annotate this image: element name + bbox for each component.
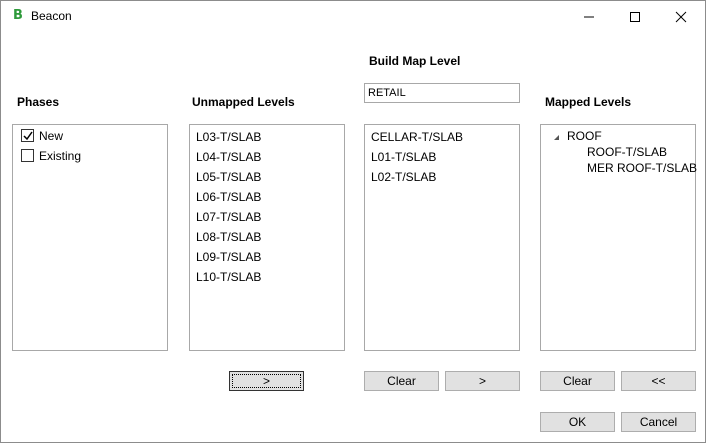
maximize-button[interactable] bbox=[612, 1, 658, 32]
build-map-level-label: Build Map Level bbox=[369, 54, 461, 68]
tree-child-item[interactable]: MER ROOF-T/SLAB bbox=[587, 161, 697, 175]
phases-list[interactable]: New Existing bbox=[12, 124, 168, 351]
cancel-button[interactable]: Cancel bbox=[621, 412, 696, 432]
move-back-button[interactable]: << bbox=[621, 371, 696, 391]
phase-new-checkbox[interactable] bbox=[21, 129, 34, 142]
list-item[interactable]: L05-T/SLAB bbox=[196, 170, 261, 184]
list-item[interactable]: L07-T/SLAB bbox=[196, 210, 261, 224]
map-level-name-input[interactable] bbox=[364, 83, 520, 103]
ok-button[interactable]: OK bbox=[540, 412, 615, 432]
mapped-levels-tree[interactable]: ROOF ROOF-T/SLAB MER ROOF-T/SLAB bbox=[540, 124, 697, 351]
beacon-window: B Beacon Phases Unmapped Levels Build Ma… bbox=[0, 0, 706, 443]
tree-node-roof[interactable]: ROOF bbox=[567, 129, 602, 143]
title-bar: B Beacon bbox=[1, 1, 705, 32]
list-item[interactable]: L02-T/SLAB bbox=[371, 170, 436, 184]
unmapped-levels-list[interactable]: L03-T/SLAB L04-T/SLAB L05-T/SLAB L06-T/S… bbox=[189, 124, 345, 351]
minimize-button[interactable] bbox=[566, 1, 612, 32]
phase-new-label[interactable]: New bbox=[39, 129, 63, 143]
list-item[interactable]: L10-T/SLAB bbox=[196, 270, 261, 284]
list-item[interactable]: L09-T/SLAB bbox=[196, 250, 261, 264]
build-map-level-list[interactable]: CELLAR-T/SLAB L01-T/SLAB L02-T/SLAB bbox=[364, 124, 520, 351]
app-logo-icon: B bbox=[13, 8, 23, 23]
move-to-mapped-button[interactable]: > bbox=[445, 371, 520, 391]
list-item[interactable]: L06-T/SLAB bbox=[196, 190, 261, 204]
move-to-build-button[interactable]: > bbox=[229, 371, 304, 391]
mapped-levels-label: Mapped Levels bbox=[545, 95, 632, 109]
phase-existing-checkbox[interactable] bbox=[21, 149, 34, 162]
tree-child-item[interactable]: ROOF-T/SLAB bbox=[587, 145, 667, 159]
close-button[interactable] bbox=[658, 1, 704, 32]
unmapped-levels-label: Unmapped Levels bbox=[192, 95, 295, 109]
list-item[interactable]: L01-T/SLAB bbox=[371, 150, 436, 164]
expand-arrow-icon[interactable] bbox=[553, 134, 560, 141]
list-item[interactable]: L08-T/SLAB bbox=[196, 230, 261, 244]
checkmark-icon bbox=[23, 131, 33, 141]
list-item[interactable]: CELLAR-T/SLAB bbox=[371, 130, 463, 144]
phase-existing-label[interactable]: Existing bbox=[39, 149, 81, 163]
list-item[interactable]: L04-T/SLAB bbox=[196, 150, 261, 164]
minimize-icon bbox=[584, 16, 594, 18]
list-item[interactable]: L03-T/SLAB bbox=[196, 130, 261, 144]
close-icon bbox=[675, 11, 687, 23]
phases-label: Phases bbox=[17, 95, 60, 109]
window-title: Beacon bbox=[31, 9, 72, 23]
maximize-icon bbox=[630, 12, 640, 22]
build-clear-button[interactable]: Clear bbox=[364, 371, 439, 391]
mapped-clear-button[interactable]: Clear bbox=[540, 371, 615, 391]
